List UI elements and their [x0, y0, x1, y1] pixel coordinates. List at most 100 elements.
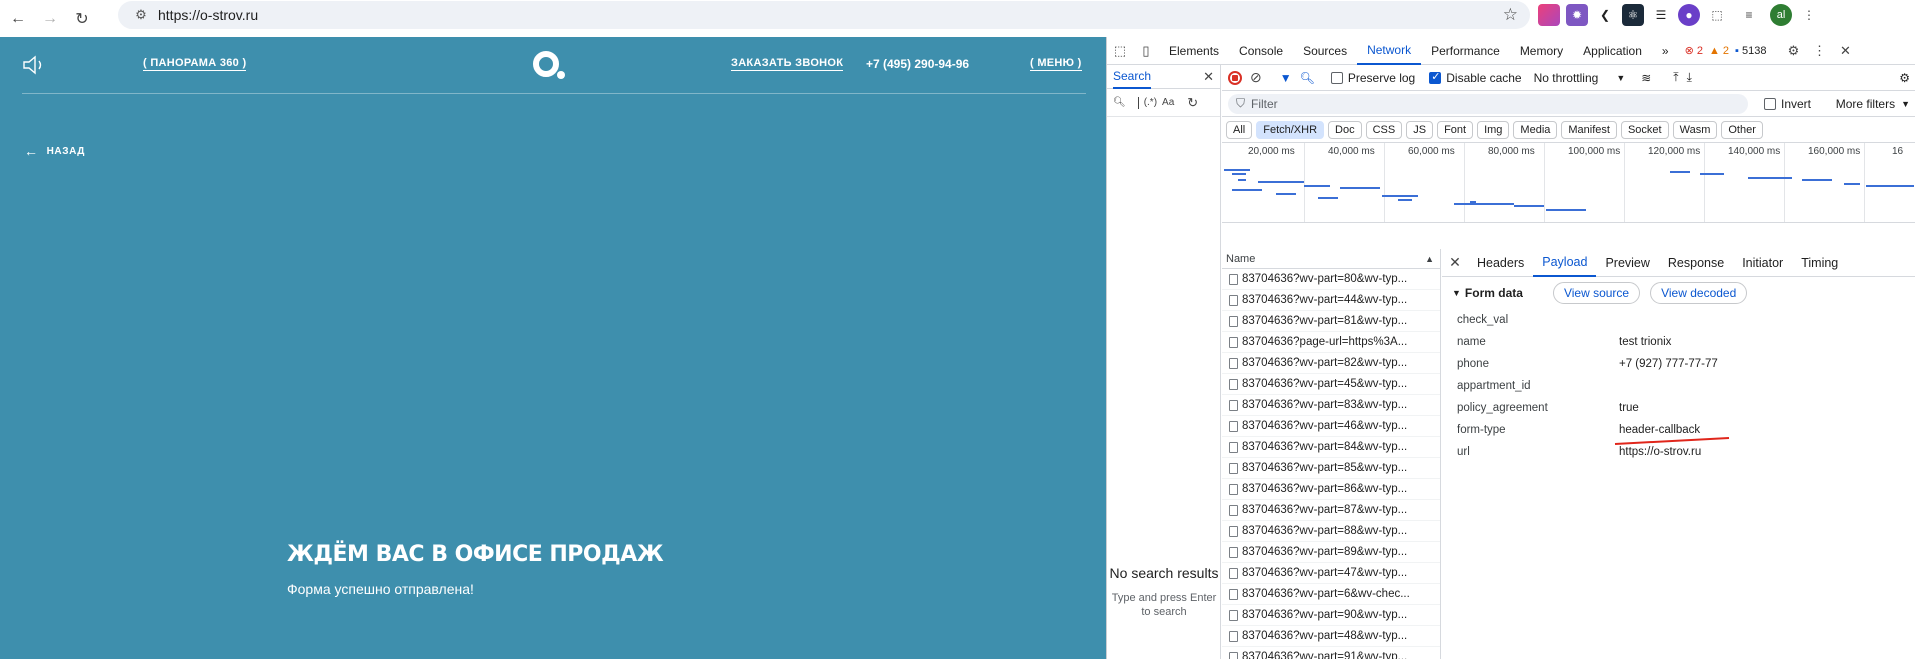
extensions-puzzle-icon[interactable]: ⬚	[1706, 4, 1728, 26]
profile-avatar[interactable]: al	[1770, 4, 1792, 26]
type-filter-manifest[interactable]: Manifest	[1561, 120, 1617, 139]
type-filter-other[interactable]: Other	[1721, 120, 1763, 139]
phone-number[interactable]: +7 (495) 290-94-96	[866, 57, 969, 71]
site-logo[interactable]	[532, 50, 566, 80]
browser-menu-icon[interactable]: ⋮	[1798, 4, 1820, 26]
regex-toggle[interactable]: (.*)	[1144, 97, 1157, 108]
close-devtools-icon[interactable]: ✕	[1833, 38, 1859, 64]
details-tab-payload[interactable]: Payload	[1533, 249, 1597, 277]
back-arrow-icon[interactable]: ←	[4, 5, 32, 33]
type-filter-font[interactable]: Font	[1437, 120, 1474, 139]
error-count-badge[interactable]: ⊗ 2	[1685, 44, 1703, 57]
forward-arrow-icon[interactable]: →	[36, 5, 64, 33]
filter-funnel-icon[interactable]: ▼	[1280, 71, 1292, 85]
view-source-button[interactable]: View source	[1552, 282, 1641, 304]
request-row[interactable]: 83704636?wv-part=46&wv-typ...	[1222, 416, 1440, 437]
export-har-icon[interactable]: ⤓	[1687, 70, 1692, 85]
type-filter-media[interactable]: Media	[1513, 120, 1558, 139]
record-stop-icon[interactable]	[1228, 70, 1242, 85]
request-row[interactable]: 83704636?wv-part=87&wv-typ...	[1222, 500, 1440, 521]
settings-gear-icon[interactable]: ⚙	[1781, 38, 1807, 64]
request-row[interactable]: 83704636?wv-part=47&wv-typ...	[1222, 563, 1440, 584]
tab-performance[interactable]: Performance	[1421, 37, 1510, 65]
tab-network[interactable]: Network	[1357, 37, 1422, 65]
tab-application[interactable]: Application	[1573, 37, 1652, 65]
request-row[interactable]: 83704636?wv-part=6&wv-chec...	[1222, 584, 1440, 605]
import-har-icon[interactable]: ⤒	[1673, 70, 1678, 85]
view-decoded-button[interactable]: View decoded	[1650, 282, 1748, 304]
request-row[interactable]: 83704636?wv-part=84&wv-typ...	[1222, 437, 1440, 458]
network-conditions-icon[interactable]: ≋	[1641, 71, 1651, 85]
bookmark-star-icon[interactable]: ☆	[1503, 5, 1518, 25]
extension-react-icon[interactable]: ⚛	[1622, 4, 1644, 26]
back-link[interactable]: ← НАЗАД	[24, 143, 85, 159]
request-row[interactable]: 83704636?wv-part=44&wv-typ...	[1222, 290, 1440, 311]
extension-circle-icon[interactable]: ●	[1678, 4, 1700, 26]
network-settings-icon[interactable]: ⚙	[1899, 71, 1910, 85]
type-filter-wasm[interactable]: Wasm	[1672, 120, 1718, 139]
details-tab-preview[interactable]: Preview	[1596, 249, 1658, 277]
search-input-row[interactable]: 🔍︎ (.*) Aa ↻	[1107, 89, 1220, 117]
disable-cache-checkbox[interactable]: Disable cache	[1429, 70, 1522, 85]
devtools-menu-icon[interactable]: ⋮	[1807, 38, 1833, 64]
type-filter-js[interactable]: JS	[1406, 120, 1434, 139]
reload-icon[interactable]: ↻	[68, 5, 96, 33]
request-row[interactable]: 83704636?wv-part=91&wv-typ...	[1222, 647, 1440, 659]
address-bar[interactable]: ⚙ https://o-strov.ru ☆	[118, 1, 1530, 29]
tab-console[interactable]: Console	[1229, 37, 1293, 65]
details-tab-initiator[interactable]: Initiator	[1733, 249, 1792, 277]
expand-triangle-icon[interactable]: ▼	[1452, 288, 1461, 298]
extension-icon[interactable]	[1538, 4, 1560, 26]
tab-elements[interactable]: Elements	[1159, 37, 1229, 65]
search-input[interactable]	[1131, 96, 1139, 109]
refresh-search-icon[interactable]: ↻	[1187, 95, 1198, 111]
request-row[interactable]: 83704636?wv-part=90&wv-typ...	[1222, 605, 1440, 626]
issue-badges[interactable]: ⊗ 2 ▲ 2 ▪ 5138	[1685, 44, 1767, 58]
device-toolbar-icon[interactable]: ▯	[1133, 38, 1159, 64]
media-controls-icon[interactable]: ≡	[1734, 4, 1764, 26]
request-row[interactable]: 83704636?wv-part=88&wv-typ...	[1222, 521, 1440, 542]
invert-checkbox[interactable]: Invert	[1764, 97, 1811, 111]
request-row[interactable]: 83704636?wv-part=81&wv-typ...	[1222, 311, 1440, 332]
invert-box[interactable]	[1764, 97, 1776, 110]
throttling-select[interactable]: No throttling ▼	[1534, 71, 1626, 85]
preserve-log-box[interactable]	[1330, 71, 1343, 84]
tab-memory[interactable]: Memory	[1510, 37, 1573, 65]
request-row[interactable]: 83704636?wv-part=89&wv-typ...	[1222, 542, 1440, 563]
request-row[interactable]: 83704636?page-url=https%3A...	[1222, 332, 1440, 353]
search-tab[interactable]: Search	[1113, 65, 1152, 89]
filter-input[interactable]: ⛉ Filter	[1228, 93, 1748, 114]
request-row[interactable]: 83704636?wv-part=82&wv-typ...	[1222, 353, 1440, 374]
request-row[interactable]: 83704636?wv-part=85&wv-typ...	[1222, 458, 1440, 479]
extension-gear-icon[interactable]: ✹	[1566, 4, 1588, 26]
warning-count-badge[interactable]: ▲ 2	[1709, 45, 1729, 57]
details-tab-timing[interactable]: Timing	[1792, 249, 1847, 277]
extension-chevron-icon[interactable]: ❮	[1594, 4, 1616, 26]
issues-count-badge[interactable]: ▪ 5138	[1735, 45, 1766, 57]
request-row[interactable]: 83704636?wv-part=48&wv-typ...	[1222, 626, 1440, 647]
preserve-log-checkbox[interactable]: Preserve log	[1330, 71, 1415, 85]
type-filter-doc[interactable]: Doc	[1328, 120, 1362, 139]
more-filters-dropdown[interactable]: More filters ▼	[1836, 97, 1910, 111]
request-row[interactable]: 83704636?wv-part=86&wv-typ...	[1222, 479, 1440, 500]
close-search-icon[interactable]: ✕	[1203, 69, 1214, 85]
search-network-icon[interactable]: 🔍︎	[1300, 71, 1315, 85]
match-case-toggle[interactable]: Aa	[1162, 97, 1174, 108]
address-url[interactable]: https://o-strov.ru	[158, 7, 258, 23]
site-info-icon[interactable]: ⚙	[128, 7, 154, 23]
order-callback-link[interactable]: ЗАКАЗАТЬ ЗВОНОК	[731, 57, 844, 71]
sound-icon[interactable]	[22, 55, 46, 75]
menu-link[interactable]: ( МЕНЮ )	[1030, 57, 1082, 71]
inspect-element-icon[interactable]: ⬚	[1107, 38, 1133, 64]
details-tab-response[interactable]: Response	[1659, 249, 1733, 277]
network-overview-timeline[interactable]: 20,000 ms 40,000 ms 60,000 ms 80,000 ms 100,…	[1222, 143, 1915, 223]
type-filter-fetch-xhr[interactable]: Fetch/XHR	[1256, 120, 1325, 139]
request-row[interactable]: 83704636?wv-part=45&wv-typ...	[1222, 374, 1440, 395]
tab-sources[interactable]: Sources	[1293, 37, 1357, 65]
panorama-link[interactable]: ( ПАНОРАМА 360 )	[143, 57, 247, 71]
name-column-header[interactable]: Name ▲	[1222, 249, 1440, 269]
extension-list-icon[interactable]: ☰	[1650, 4, 1672, 26]
request-row[interactable]: 83704636?wv-part=83&wv-typ...	[1222, 395, 1440, 416]
type-filter-css[interactable]: CSS	[1365, 120, 1403, 139]
request-row[interactable]: 83704636?wv-part=80&wv-typ...	[1222, 269, 1440, 290]
